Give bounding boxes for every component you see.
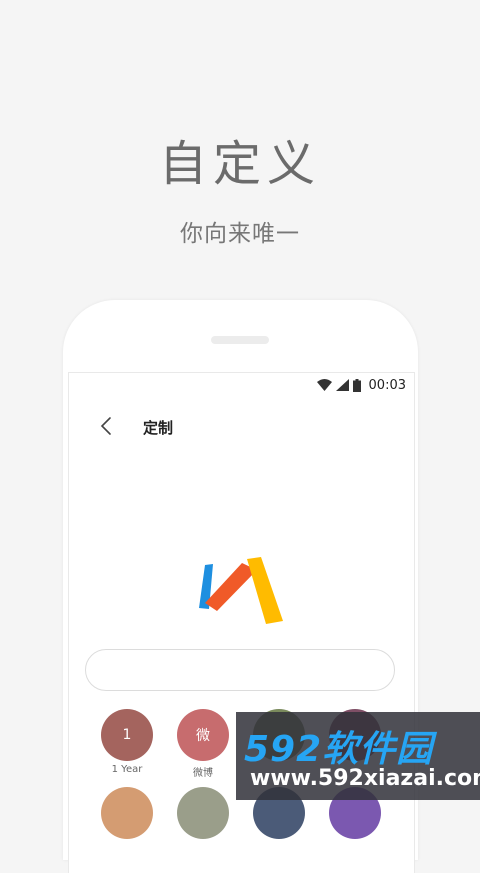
back-button[interactable] xyxy=(97,415,117,437)
toolbar: 定制 xyxy=(69,411,414,441)
color-swatch[interactable]: 微 微博 xyxy=(177,709,229,779)
status-time: 00:03 xyxy=(368,377,406,393)
chevron-left-icon xyxy=(100,417,111,435)
watermark-banner: 592软件园 www.592xiazai.com xyxy=(236,712,480,800)
custom-input[interactable] xyxy=(85,649,395,691)
battery-icon xyxy=(352,378,361,392)
toolbar-title: 定制 xyxy=(143,419,174,437)
swatch-label: 微博 xyxy=(193,768,213,779)
phone-earpiece xyxy=(211,336,269,344)
watermark-url: www.592xiazai.com xyxy=(250,766,480,791)
swatch-circle[interactable]: 1 xyxy=(101,709,153,761)
watermark-brand: 592软件园 xyxy=(244,729,434,770)
cellular-signal-icon xyxy=(335,379,349,391)
color-swatch[interactable] xyxy=(101,787,153,839)
hero-title: 自定义 xyxy=(158,136,321,192)
color-swatch[interactable] xyxy=(177,787,229,839)
color-swatch[interactable]: 1 1 Year xyxy=(101,709,153,775)
swatch-circle[interactable] xyxy=(177,787,229,839)
hero-subtitle: 你向来唯一 xyxy=(180,221,300,247)
swatch-circle[interactable] xyxy=(101,787,153,839)
swatch-label: 1 Year xyxy=(111,764,143,775)
status-bar: 00:03 xyxy=(69,373,414,397)
swatch-circle[interactable]: 微 xyxy=(177,709,229,761)
wifi-icon xyxy=(316,379,332,391)
via-browser-logo xyxy=(199,553,289,629)
